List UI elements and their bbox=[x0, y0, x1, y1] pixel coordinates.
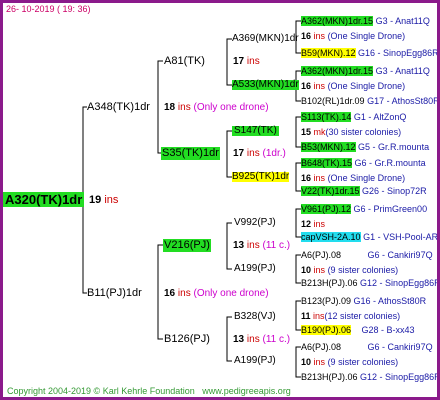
g1-queen-1: A348(TK)1dr bbox=[87, 101, 150, 113]
g3-queen-5: V992(PJ) bbox=[234, 217, 276, 228]
g4-row-10: 16 ins (One Single Drone) bbox=[301, 173, 406, 183]
g4-row-8: B53(MKN).12 G5 - Gr.R.mounta bbox=[301, 142, 430, 152]
g3-queen-6: A199(PJ) bbox=[234, 263, 276, 274]
g4-row-6: B102(RL)1dr.09 G17 - AthosSt80R bbox=[301, 96, 440, 106]
g4-row-14: A6(PJ).08 G6 - Cankiri97Q bbox=[301, 250, 433, 260]
g3-queen-2: A533(MKN)1dr bbox=[232, 79, 299, 90]
g2-queen-4: B126(PJ) bbox=[164, 333, 210, 345]
g1-info-2: 16 ins (Only one drone) bbox=[164, 288, 269, 299]
g4-row-20: 10 ins (9 sister colonies) bbox=[301, 357, 399, 367]
g3-queen-7: B328(VJ) bbox=[234, 311, 276, 322]
g4-row-12: V961(PJ).12 G6 - PrimGreen00 bbox=[301, 204, 428, 214]
footer: Copyright 2004-2019 © Karl Kehrle Founda… bbox=[7, 387, 291, 396]
g4-row-19: A6(PJ).08 G6 - Cankiri97Q bbox=[301, 342, 433, 352]
pedigree-chart: 26- 10-2019 ( 19: 36) A320(TK)1dr 19 ins… bbox=[0, 0, 440, 400]
g4-row-21: B213H(PJ).06 G12 - SinopEgg86R bbox=[301, 372, 440, 382]
g4-row-13: capVSH-2A.10 G1 - VSH-Pool-AR bbox=[301, 232, 439, 242]
g2-info-2: 17 ins (1dr.) bbox=[233, 148, 286, 159]
g1-queen-2: B11(PJ)1dr bbox=[87, 287, 142, 299]
g3-queen-1: A369(MKN)1dr bbox=[232, 33, 299, 44]
g3-queen-4: B925(TK)1dr bbox=[232, 171, 290, 182]
g4-row-17: B123(PJ).09 G16 - AthosSt80R bbox=[301, 296, 427, 306]
g4-row-3: B59(MKN).12 G16 - SinopEgg86R bbox=[301, 48, 439, 58]
g3-info-1: 17 ins bbox=[233, 56, 260, 67]
g3-queen-8: A199(PJ) bbox=[234, 355, 276, 366]
header-timestamp: 26- 10-2019 ( 19: 36) bbox=[6, 4, 91, 14]
g2-queen-1: A81(TK) bbox=[164, 55, 205, 67]
g4-row-5: 16 ins (One Single Drone) bbox=[301, 81, 406, 91]
footer-copyright: Copyright 2004-2019 © Karl Kehrle Founda… bbox=[7, 386, 195, 396]
g4-row-18: B190(PJ).06 G28 - B-xx43 bbox=[301, 325, 415, 335]
g4-row-4: A362(MKN)1dr.15 G3 - Anat11Q bbox=[301, 66, 430, 76]
g2-queen-3: V216(PJ) bbox=[163, 239, 211, 252]
g4-b328-info: 11 ins(12 sister colonies) bbox=[301, 311, 401, 321]
g2-info-4: 13 ins (11 c.) bbox=[233, 334, 291, 345]
g4-row-1: A362(MKN)1dr.15 G3 - Anat11Q bbox=[301, 16, 430, 26]
g4-row-2: 16 ins (One Single Drone) bbox=[301, 31, 406, 41]
g1-info-1: 18 ins (Only one drone) bbox=[164, 102, 269, 113]
g4-row-9: B648(TK).15 G6 - Gr.R.mounta bbox=[301, 158, 426, 168]
footer-url[interactable]: www.pedigreeapis.org bbox=[202, 386, 291, 396]
g4-v992-info: 12 ins bbox=[301, 219, 326, 229]
g2-queen-2: S35(TK)1dr bbox=[161, 147, 220, 160]
g3-queen-3: S147(TK) bbox=[232, 125, 279, 136]
root-num: 19 ins bbox=[89, 194, 119, 206]
g2-info-3: 13 ins (11 c.) bbox=[233, 240, 291, 251]
g4-row-11: V22(TK)1dr.15 G26 - Sinop72R bbox=[301, 186, 427, 196]
g4-row-16: B213H(PJ).06 G12 - SinopEgg86R bbox=[301, 278, 440, 288]
g4-row-7: S113(TK).14 G1 - AltZonQ bbox=[301, 112, 407, 122]
g4-row-15: 10 ins (9 sister colonies) bbox=[301, 265, 399, 275]
root-queen: A320(TK)1dr bbox=[3, 192, 85, 207]
g4-s147-info: 15 mk(30 sister colonies) bbox=[301, 127, 402, 137]
